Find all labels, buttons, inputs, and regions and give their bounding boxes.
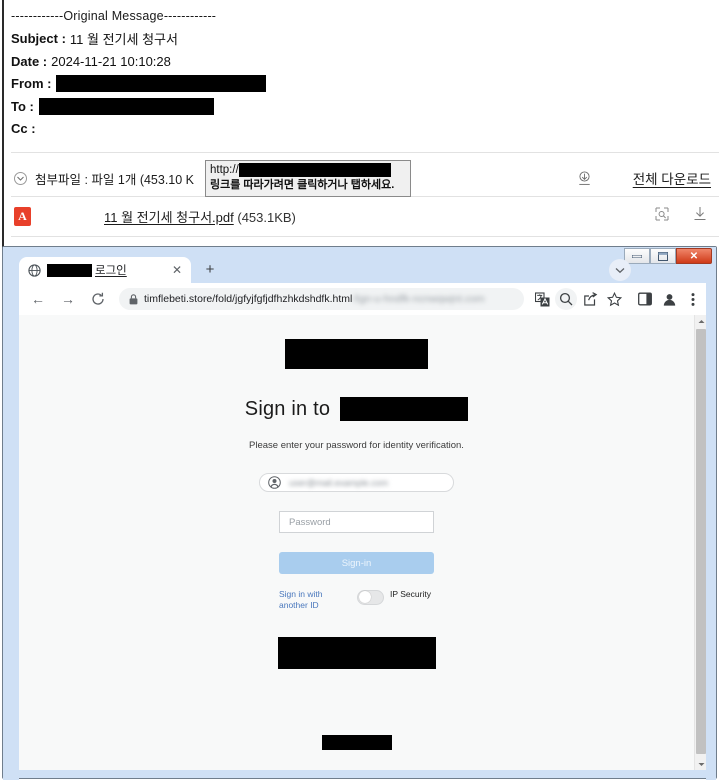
address-bar[interactable]: timflebeti.store/fold/jgfyjfgfjdfhzhkdsh… (119, 288, 524, 310)
phishing-signin-page: Sign in to Please enter your password fo… (19, 315, 694, 770)
toolbar-icons[interactable] (531, 288, 706, 310)
share-icon[interactable] (579, 288, 601, 310)
signin-button[interactable]: Sign-in (279, 552, 434, 574)
tooltip-url-prefix: http:// (210, 164, 239, 177)
preview-icon[interactable] (655, 207, 669, 226)
side-panel-icon[interactable] (634, 288, 656, 310)
account-email: user@mail.example.com (289, 477, 389, 488)
page-viewport: Sign in to Please enter your password fo… (19, 315, 706, 770)
attachment-divider-bottom (11, 236, 719, 237)
signin-heading: Sign in to (244, 397, 469, 422)
cc-label: Cc : (11, 121, 36, 136)
date-value: 2024-11-21 10:10:28 (51, 54, 171, 69)
download-icon[interactable] (693, 206, 707, 226)
attachment-summary-label: 첨부파일 : 파일 1개 (453.10 K (35, 172, 195, 187)
ip-security-toggle[interactable] (357, 589, 384, 605)
forward-icon[interactable]: → (55, 286, 81, 312)
from-label: From : (11, 76, 52, 91)
signin-brand-redaction (340, 397, 469, 422)
browser-toolbar[interactable]: ← → timflebeti.store/fold/jgfyjfgfjdfhzh… (19, 283, 706, 315)
tooltip-url-line: http:// (210, 163, 407, 178)
attachment-divider-top (11, 152, 719, 153)
scroll-up-arrow-icon[interactable] (695, 315, 706, 327)
tab-search-chevron-icon[interactable] (609, 259, 631, 281)
password-placeholder: Password (289, 516, 331, 528)
password-input[interactable]: Password (279, 511, 434, 534)
tab-close-icon[interactable]: ✕ (172, 264, 182, 276)
lock-icon (129, 293, 138, 305)
globe-icon (28, 263, 41, 277)
signin-options-row[interactable]: Sign in with another ID IP Security (279, 589, 434, 611)
email-header-block: ------------Original Message------------… (11, 0, 719, 136)
signin-heading-prefix: Sign in to (244, 397, 331, 420)
address-bar-url-blurred: /tgn-u-hndfk-ncnwqwjnt.com (353, 293, 485, 305)
tab-title-suffix: 로그인 (95, 265, 127, 277)
download-all-group[interactable]: 전체 다운로드 (578, 159, 711, 197)
browser-tab[interactable]: 로그인 ✕ (19, 257, 191, 283)
attachment-actions[interactable] (655, 198, 707, 234)
tab-strip[interactable]: 로그인 ✕ + (19, 256, 223, 283)
back-icon[interactable]: ← (25, 286, 51, 312)
subject-value: 11 월 전기세 청구서 (69, 32, 178, 47)
attachment-file-row[interactable]: A 11 월 전기세 청구서.pdf (453.1KB) (14, 198, 704, 234)
subject-label: Subject : (11, 31, 66, 46)
browser-menu-icon[interactable] (682, 288, 704, 310)
email-header-cc: Cc : (11, 115, 719, 136)
download-all-label[interactable]: 전체 다운로드 (633, 168, 711, 188)
scroll-down-arrow-icon[interactable] (695, 758, 706, 770)
toggle-knob (359, 591, 371, 604)
attachment-file-name-group[interactable]: 11 월 전기세 청구서.pdf (453.1KB) (104, 207, 296, 226)
address-bar-url: timflebeti.store/fold/jgfyjfgfjdfhzhkdsh… (144, 293, 353, 305)
pdf-icon: A (14, 206, 31, 226)
tab-title-redaction (47, 263, 92, 277)
email-quoted-message: ------------Original Message------------… (0, 0, 719, 248)
chevron-down-icon[interactable] (14, 171, 27, 185)
link-hover-tooltip: http:// 링크를 따라가려면 클릭하거나 탭하세요. (205, 160, 411, 198)
account-chip[interactable]: user@mail.example.com (259, 473, 454, 493)
window-frame-bottom (3, 770, 716, 778)
translate-icon[interactable] (531, 288, 553, 310)
page-scrollbar[interactable] (694, 315, 706, 770)
email-header-date: Date : 2024-11-21 10:10:28 (11, 48, 719, 69)
email-header-subject: Subject : 11 월 전기세 청구서 (11, 23, 719, 48)
to-redaction (38, 98, 214, 115)
tab-title: 로그인 (47, 262, 127, 278)
maximize-button[interactable] (650, 248, 676, 264)
person-icon (268, 476, 281, 489)
tooltip-hint: 링크를 따라가려면 클릭하거나 탭하세요. (210, 179, 395, 192)
page-logo-redaction (285, 339, 428, 370)
scrollbar-thumb[interactable] (696, 329, 706, 754)
ip-security-label: IP Security (390, 588, 431, 599)
another-id-link[interactable]: Sign in with another ID (279, 589, 351, 611)
new-tab-button[interactable]: + (197, 256, 223, 282)
window-frame-right (706, 315, 716, 780)
browser-window: ✕ 로그인 ✕ + ← → timflebeti.store/fold/jgfy… (2, 246, 717, 780)
date-label: Date : (11, 54, 48, 69)
close-button[interactable]: ✕ (676, 248, 712, 264)
signin-subtitle: Please enter your password for identity … (249, 440, 464, 452)
original-message-divider: ------------Original Message------------ (11, 9, 217, 23)
page-banner-redaction (277, 636, 436, 669)
search-icon[interactable] (555, 288, 577, 310)
profile-icon[interactable] (658, 288, 680, 310)
page-footer-redaction (321, 734, 392, 750)
browser-titlebar[interactable]: ✕ 로그인 ✕ + (3, 247, 716, 283)
reload-icon[interactable] (85, 286, 111, 312)
from-redaction (56, 75, 267, 92)
attachment-file-name[interactable]: 11 월 전기세 청구서.pdf (104, 210, 234, 225)
tooltip-url-redaction (238, 163, 391, 177)
window-controls[interactable]: ✕ (624, 248, 712, 264)
bookmark-star-icon[interactable] (603, 288, 625, 310)
to-label: To : (11, 99, 34, 114)
email-header-from: From : (11, 69, 719, 92)
quote-bar (2, 0, 4, 248)
signin-button-label: Sign-in (341, 557, 372, 569)
attachment-file-size: (453.1KB) (237, 209, 296, 225)
window-frame-left (3, 315, 19, 780)
screenshot-root: ------------Original Message------------… (0, 0, 719, 781)
download-all-icon[interactable] (578, 170, 591, 186)
email-header-to: To : (11, 92, 719, 115)
